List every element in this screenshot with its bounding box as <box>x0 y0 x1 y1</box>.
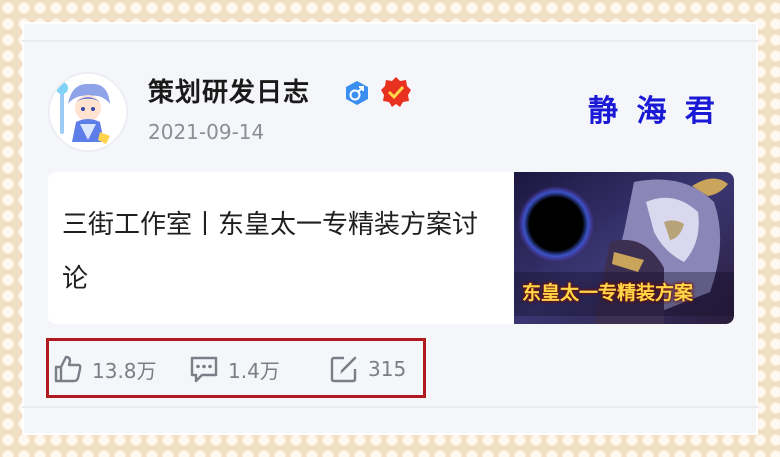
like-button[interactable]: 13.8万 <box>52 354 157 384</box>
comment-count: 1.4万 <box>228 358 280 383</box>
author-name[interactable]: 策划研发日志 <box>148 72 310 109</box>
article-title[interactable]: 三街工作室丨东皇太一专精装方案讨论 <box>62 198 482 306</box>
divider-bottom <box>22 406 758 408</box>
article-thumbnail[interactable]: 东皇太一专精装方案 <box>514 172 734 324</box>
divider-top <box>22 40 758 42</box>
thumbs-up-icon <box>54 355 82 383</box>
comment-button[interactable]: 1.4万 <box>188 354 280 384</box>
watermark-text: 静 海 君 <box>588 94 719 129</box>
avatar-character-icon <box>50 74 126 150</box>
share-count: 315 <box>368 357 407 381</box>
avatar[interactable] <box>48 72 128 152</box>
article-preview[interactable]: 三街工作室丨东皇太一专精装方案讨论 东皇太一专精装方案 <box>48 172 734 324</box>
like-count: 13.8万 <box>92 358 157 383</box>
post-card[interactable]: 策划研发日志 2021-09-14 静 海 君 三街工作室丨东皇太一专精装方案讨… <box>22 22 758 435</box>
thumbnail-caption: 东皇太一专精装方案 <box>522 282 694 304</box>
male-symbol-icon <box>344 80 370 106</box>
verified-badge-icon <box>380 76 412 108</box>
share-button[interactable]: 315 <box>328 354 406 384</box>
post-date: 2021-09-14 <box>148 120 265 144</box>
share-edit-icon <box>330 356 357 383</box>
comment-icon <box>190 356 218 383</box>
